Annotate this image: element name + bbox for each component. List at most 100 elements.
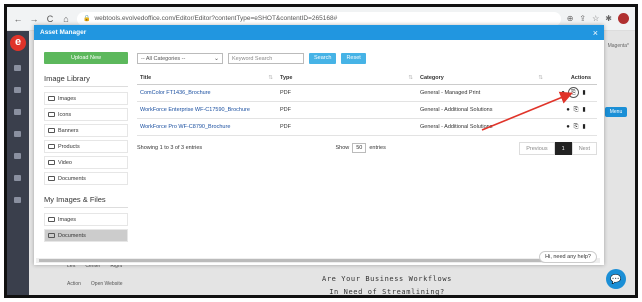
table-footer: Showing 1 to 3 of 3 entries Show 50 entr… [137, 141, 597, 155]
trash-icon[interactable]: ▮ [581, 107, 587, 113]
copy-icon[interactable]: ⎘ [573, 107, 579, 113]
view-icon[interactable]: ● [565, 124, 571, 130]
folder-label: Icons [58, 111, 72, 118]
profile-avatar[interactable] [618, 13, 629, 24]
tool-icon[interactable] [14, 87, 21, 93]
folder-label: Products [58, 143, 80, 150]
address-bar[interactable]: 🔒 webtools.evolvedoffice.com/Editor/Edit… [77, 11, 561, 26]
column-label: Title [140, 74, 152, 81]
category-select-value: -- All Categories -- [141, 56, 186, 62]
share-icon[interactable]: ⇪ [579, 14, 586, 23]
column-label: Category [420, 74, 444, 81]
folder-icon [48, 112, 55, 117]
table-row: WorkForce Enterprise WF-C17590_Brochure … [137, 101, 597, 119]
horizontal-scrollbar[interactable] [36, 258, 600, 263]
reset-button[interactable]: Reset [341, 53, 366, 64]
page-length: Show 50 entries [335, 143, 386, 153]
asset-title-link[interactable]: WorkForce Pro WF-C8790_Brochure [137, 118, 277, 136]
chat-icon[interactable]: 💬 [606, 269, 626, 289]
folder-label: Documents [58, 232, 86, 239]
folder-label: Banners [58, 127, 79, 134]
image-library-title: Image Library [44, 74, 128, 87]
asset-title-link[interactable]: WorkForce Enterprise WF-C17590_Brochure [137, 101, 277, 119]
my-folder-documents[interactable]: Documents [44, 229, 128, 242]
back-button[interactable]: ← [13, 14, 23, 24]
sort-icon: ⇅ [408, 74, 413, 81]
asset-type: PDF [277, 101, 417, 119]
tool-icon[interactable] [14, 131, 21, 137]
folder-icon [48, 128, 55, 133]
folder-icon [48, 96, 55, 101]
url-text: webtools.evolvedoffice.com/Editor/Editor… [94, 15, 338, 22]
copy-icon[interactable]: ⎘ [571, 90, 577, 96]
table-row: ComColor FT1436_Brochure PDF General - M… [137, 84, 597, 102]
reload-button[interactable]: C [45, 14, 55, 24]
page-button[interactable]: 1 [554, 141, 572, 155]
folder-icon [48, 176, 55, 181]
table-row: WorkForce Pro WF-C8790_Brochure PDF Gene… [137, 118, 597, 136]
asset-category: General - Additional Solutions [417, 118, 547, 136]
view-icon[interactable]: ● [560, 90, 566, 96]
view-icon[interactable]: ● [565, 107, 571, 113]
copy-link-highlight[interactable]: ⎘ [568, 87, 579, 98]
action-options: Action Open Website [67, 281, 123, 287]
extensions-icon[interactable]: ✱ [605, 14, 612, 23]
folder-documents[interactable]: Documents [44, 172, 128, 185]
column-type[interactable]: Type ⇅ [277, 72, 417, 85]
pagination: Previous 1 Next [519, 141, 597, 155]
tool-icon[interactable] [14, 197, 21, 203]
home-button[interactable]: ⌂ [61, 14, 71, 24]
zoom-icon[interactable]: ⊕ [567, 14, 574, 23]
column-title[interactable]: Title ⇅ [137, 72, 277, 85]
my-folder-images[interactable]: Images [44, 213, 128, 226]
column-category[interactable]: Category ⇅ [417, 72, 547, 85]
previous-button[interactable]: Previous [519, 141, 555, 155]
folder-banners[interactable]: Banners [44, 124, 128, 137]
asset-title-link[interactable]: ComColor FT1436_Brochure [137, 84, 277, 102]
asset-category: General - Managed Print [417, 84, 547, 102]
folder-icon [48, 233, 55, 238]
chat-bubble[interactable]: Hi, need any help? [539, 251, 597, 263]
folder-icon [48, 144, 55, 149]
asset-category: General - Additional Solutions [417, 101, 547, 119]
asset-sidebar: Upload New Image Library Images Icons Ba… [44, 52, 128, 245]
search-button[interactable]: Search [309, 53, 337, 64]
copy-icon[interactable]: ⎘ [573, 124, 579, 130]
editor-left-toolbar: e [7, 31, 29, 295]
folder-label: Video [58, 159, 72, 166]
next-button[interactable]: Next [571, 141, 597, 155]
page-length-select[interactable]: 50 [352, 143, 367, 153]
tool-icon[interactable] [14, 153, 21, 159]
folder-images[interactable]: Images [44, 92, 128, 105]
action-label: Action [67, 281, 81, 287]
sort-icon: ⇅ [538, 74, 543, 81]
star-icon[interactable]: ☆ [592, 14, 599, 23]
headline-line-1: Are Your Business Workflows [322, 275, 452, 283]
screenshot-frame: ← → C ⌂ 🔒 webtools.evolvedoffice.com/Edi… [4, 4, 638, 298]
keyword-search-input[interactable]: Keyword Search [228, 53, 304, 64]
tool-icon[interactable] [14, 175, 21, 181]
scrollbar-thumb[interactable] [39, 259, 587, 262]
tool-icon[interactable] [14, 65, 21, 71]
folder-icons[interactable]: Icons [44, 108, 128, 121]
side-menu-button[interactable]: Menu [605, 107, 627, 117]
folder-icon [48, 160, 55, 165]
chevron-down-icon: ⌄ [213, 56, 219, 62]
folder-label: Images [58, 216, 77, 223]
close-icon[interactable]: × [593, 28, 598, 38]
folder-icon [48, 217, 55, 222]
modal-title: Asset Manager [40, 29, 87, 36]
forward-button[interactable]: → [29, 14, 39, 24]
column-actions: Actions [547, 72, 597, 85]
app-logo: e [10, 35, 26, 51]
trash-icon[interactable]: ▮ [581, 124, 587, 130]
action-select[interactable]: Open Website [91, 281, 123, 287]
trash-icon[interactable]: ▮ [581, 90, 587, 96]
tool-icon[interactable] [14, 109, 21, 115]
category-select[interactable]: -- All Categories -- ⌄ [137, 53, 223, 64]
folder-video[interactable]: Video [44, 156, 128, 169]
folder-products[interactable]: Products [44, 140, 128, 153]
show-label: Show [335, 145, 350, 151]
column-label: Type [280, 74, 293, 81]
upload-new-button[interactable]: Upload New [44, 52, 128, 64]
